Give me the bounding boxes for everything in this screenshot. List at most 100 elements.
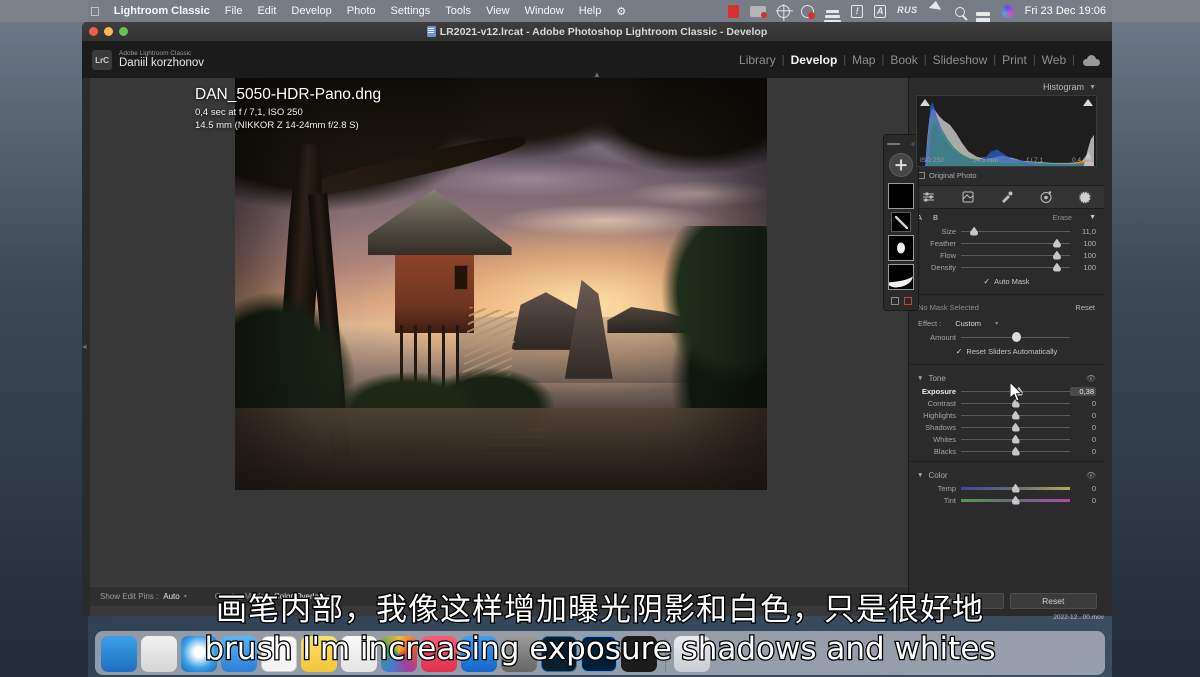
notes-icon[interactable] [301, 636, 337, 672]
slider-value-contrast[interactable]: 0 [1070, 399, 1096, 408]
slider-feather[interactable]: Feather 100 [909, 237, 1104, 249]
chevron-down-icon[interactable]: ▼ [1089, 84, 1096, 91]
slider-knob-temp[interactable] [1011, 483, 1020, 493]
show-edit-pins-value[interactable]: Auto [163, 592, 179, 601]
module-map[interactable]: Map [846, 53, 881, 67]
slider-density[interactable]: Density 100 [909, 261, 1104, 273]
eye-toggle-icon[interactable]: 👁 [1086, 471, 1096, 480]
reset-button[interactable]: Reset [1009, 593, 1097, 609]
slider-knob-whites[interactable] [1011, 434, 1020, 444]
auto-mask-toggle[interactable]: ✓ Auto Mask [909, 273, 1104, 290]
eye-toggle-icon[interactable]: 👁 [1086, 374, 1096, 383]
alert-box-icon[interactable]: ! [851, 4, 864, 18]
menu-item-develop[interactable]: Develop [291, 5, 331, 17]
overlay-mode-value[interactable]: Color Overlay [274, 592, 323, 601]
screen-record-icon[interactable] [728, 4, 740, 18]
mask-reset-button[interactable]: Reset [1075, 303, 1095, 312]
slider-value-tint[interactable]: 0 [1070, 496, 1096, 505]
slider-value-flow[interactable]: 100 [1070, 251, 1096, 260]
slider-value-exposure[interactable]: 0,38 [1070, 386, 1096, 396]
slider-knob-tint[interactable] [1011, 495, 1020, 505]
highlight-clipping-indicator-icon[interactable] [1083, 99, 1093, 106]
bluetooth-icon[interactable]: ⚙ [616, 5, 626, 18]
menubar-clock[interactable]: Fri 23 Dec 19:06 [1025, 5, 1106, 17]
slider-flow[interactable]: Flow 100 [909, 249, 1104, 261]
radial-icon[interactable] [1039, 190, 1053, 204]
tone-section-header[interactable]: ▼ Tone 👁 [909, 369, 1104, 385]
brush-dot-icon[interactable] [888, 235, 914, 261]
module-develop[interactable]: Develop [785, 53, 844, 67]
slider-tint[interactable]: Tint 0 [909, 494, 1104, 506]
safari-icon[interactable] [181, 636, 217, 672]
cloud-sync-icon[interactable] [1083, 54, 1100, 66]
slider-contrast[interactable]: Contrast 0 [909, 397, 1104, 409]
spotlight-search-icon[interactable] [954, 7, 965, 17]
apple-logo-icon[interactable]:  [90, 5, 100, 18]
brush-b-button[interactable]: B [933, 213, 938, 222]
slider-track-density[interactable] [961, 262, 1070, 272]
photo-container[interactable]: DAN_5050-HDR-Pano.dng 0,4 sec at f / 7,1… [195, 78, 767, 490]
chevron-down-icon[interactable]: ▼ [1089, 214, 1096, 221]
develop-photo[interactable] [235, 78, 767, 490]
right-panel-edge[interactable] [1104, 78, 1112, 616]
slider-temp[interactable]: Temp 0 [909, 482, 1104, 494]
menu-item-photo[interactable]: Photo [347, 5, 376, 17]
keyboard-layout-icon[interactable]: RUS [897, 5, 918, 18]
module-library[interactable]: Library [733, 53, 782, 67]
slider-track-highlights[interactable] [961, 410, 1070, 420]
reminders-icon[interactable] [341, 636, 377, 672]
slider-track-whites[interactable] [961, 434, 1070, 444]
menu-item-lightroom-classic[interactable]: Lightroom Classic [114, 5, 210, 17]
mask-palette-header[interactable]: « [884, 139, 918, 149]
slider-track-amount[interactable] [961, 331, 1070, 342]
slider-shadows[interactable]: Shadows 0 [909, 421, 1104, 433]
module-web[interactable]: Web [1036, 53, 1072, 67]
siri-icon[interactable] [1000, 4, 1014, 18]
record-dot-icon[interactable] [801, 4, 816, 19]
line-swatch-icon[interactable] [891, 212, 911, 232]
app-store-icon[interactable] [461, 636, 497, 672]
chevron-down-icon[interactable]: ▾ [184, 593, 187, 600]
effect-value[interactable]: Custom [955, 319, 981, 328]
crop-icon[interactable] [922, 190, 936, 204]
menu-item-tools[interactable]: Tools [445, 5, 471, 17]
calendar-icon[interactable] [261, 636, 297, 672]
menu-item-file[interactable]: File [225, 5, 243, 17]
slider-value-highlights[interactable]: 0 [1070, 411, 1096, 420]
drag-handle-icon[interactable] [887, 143, 900, 145]
slider-value-feather[interactable]: 100 [1070, 239, 1096, 248]
terminal-icon[interactable] [621, 636, 657, 672]
slider-track-size[interactable] [961, 226, 1070, 236]
slider-value-whites[interactable]: 0 [1070, 435, 1096, 444]
show-edit-pins-group[interactable]: Show Edit Pins : Auto ▾ [100, 592, 187, 601]
menu-item-view[interactable]: View [486, 5, 510, 17]
mask-overlay-icon[interactable] [903, 297, 912, 305]
launchpad-icon[interactable] [141, 636, 177, 672]
slider-track-tint[interactable] [961, 495, 1070, 505]
lightroom-icon[interactable] [541, 636, 577, 672]
slider-value-temp[interactable]: 0 [1070, 484, 1096, 493]
add-mask-button[interactable] [889, 153, 913, 177]
brush-stroke-icon[interactable] [888, 264, 914, 290]
system-settings-icon[interactable] [501, 636, 537, 672]
slider-knob-amount[interactable] [1011, 331, 1021, 342]
slider-knob-shadows[interactable] [1011, 422, 1020, 432]
solid-swatch-icon[interactable] [888, 183, 914, 209]
music-icon[interactable] [421, 636, 457, 672]
slider-size[interactable]: Size 11,0 [909, 225, 1104, 237]
collapse-palette-icon[interactable]: « [911, 141, 915, 148]
menu-item-edit[interactable]: Edit [257, 5, 276, 17]
healing-icon[interactable] [961, 190, 975, 204]
slider-value-blacks[interactable]: 0 [1070, 447, 1096, 456]
letter-a-icon[interactable]: A [874, 4, 887, 18]
photos-icon[interactable] [381, 636, 417, 672]
overlay-mode-group[interactable]: Overlay Mode : Color Overlay ▾ [215, 592, 330, 601]
module-print[interactable]: Print [996, 53, 1033, 67]
chevron-down-icon[interactable]: ▾ [327, 593, 330, 600]
control-center-icon[interactable] [975, 12, 990, 23]
slider-highlights[interactable]: Highlights 0 [909, 409, 1104, 421]
identity-plate[interactable]: LrC Adobe Lightroom Classic Daniil korzh… [92, 50, 204, 71]
menu-item-help[interactable]: Help [579, 5, 602, 17]
red-eye-icon[interactable] [1000, 190, 1014, 204]
slider-knob-blacks[interactable] [1011, 446, 1020, 456]
